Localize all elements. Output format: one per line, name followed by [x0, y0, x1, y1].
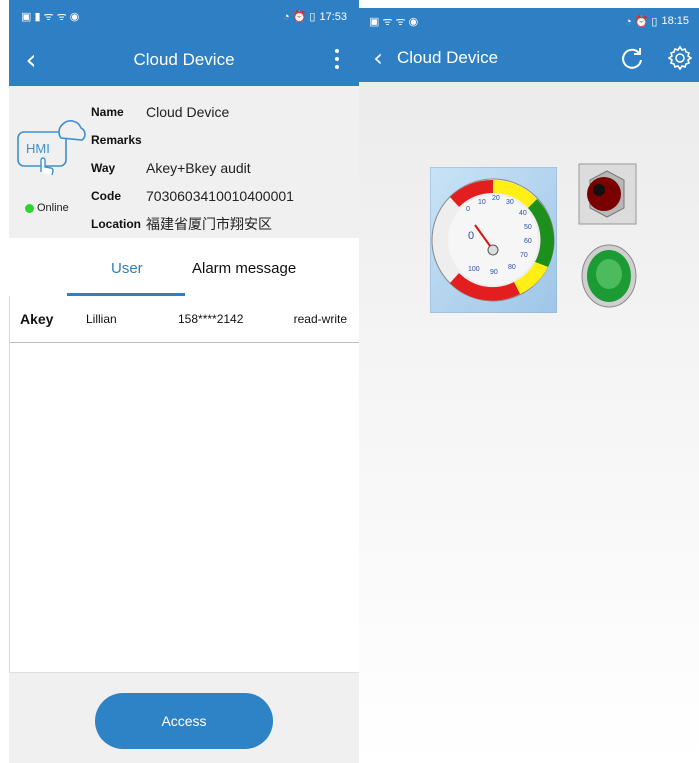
page-title: Cloud Device [397, 48, 499, 67]
tab-alarm-message[interactable]: Alarm message [192, 260, 296, 277]
tick-20: 20 [492, 195, 500, 202]
name-key: Name [91, 105, 124, 119]
remarks-key: Remarks [91, 133, 142, 147]
info-row-code: Code 7030603410010400001 [91, 186, 294, 206]
name-value: Cloud Device [146, 104, 230, 120]
info-row-remarks: Remarks [91, 130, 146, 150]
hmi-icon-text: HMI [26, 141, 50, 156]
online-label: Online [37, 202, 69, 214]
status-bar: ▣ ▮ ᯤ ᯤ ◉ ◔ ⏰ ▯ 17:53 [9, 0, 359, 33]
code-value: 7030603410010400001 [146, 188, 294, 204]
tick-10: 10 [478, 199, 486, 206]
status-icons: ▣ ▮ ᯤ ᯤ ◉ [21, 9, 79, 24]
back-arrow-icon[interactable]: ‹ [9, 43, 53, 76]
tick-80: 80 [508, 264, 516, 271]
info-row-way: Way Akey+Bkey audit [91, 158, 251, 178]
user-permission: read-write [293, 312, 347, 326]
info-row-name: Name Cloud Device [91, 102, 229, 122]
green-indicator-lamp [581, 244, 637, 308]
user-list: Akey Lillian 158****2142 read-write [9, 296, 359, 672]
page-title: Cloud Device [133, 49, 235, 69]
location-key: Location [91, 217, 141, 231]
code-key: Code [91, 189, 121, 203]
bottom-bar: Access [9, 672, 359, 763]
system-icons: ◔ ⏰ ▯ [624, 15, 658, 28]
gauge-readout: 0 [468, 230, 474, 242]
right-phone-screen: ▣ ᯤ ᯤ ◉ ◔ ⏰ ▯ 18:15 ‹ Cloud Device 0 10 … [359, 8, 699, 763]
status-bar: ▣ ᯤ ᯤ ◉ ◔ ⏰ ▯ 18:15 [359, 8, 699, 34]
status-icons: ▣ ᯤ ᯤ ◉ [369, 14, 418, 29]
user-type: Akey [20, 311, 54, 327]
system-icons: ◔ ⏰ ▯ [282, 11, 316, 23]
user-phone: 158****2142 [178, 312, 244, 326]
user-name: Lillian [86, 312, 117, 326]
pressure-gauge: 0 10 20 30 40 50 60 70 80 90 100 0 [430, 167, 557, 313]
device-info-card: HMI Online Name Cloud Device Remarks Way… [9, 86, 359, 238]
list-item[interactable]: Akey Lillian 158****2142 read-write [10, 296, 359, 343]
way-key: Way [91, 161, 116, 175]
access-button[interactable]: Access [95, 693, 273, 749]
tab-bar: User Alarm message [9, 238, 359, 296]
hmi-cloud-icon: HMI [17, 120, 86, 176]
tick-40: 40 [519, 210, 527, 217]
tick-100: 100 [468, 266, 480, 273]
tick-50: 50 [524, 224, 532, 231]
clock: 18:15 [661, 15, 689, 27]
refresh-icon[interactable] [619, 45, 645, 71]
gear-icon[interactable] [667, 45, 693, 71]
online-status: Online [25, 202, 69, 214]
tick-90: 90 [490, 269, 498, 276]
red-push-switch[interactable] [578, 163, 637, 225]
signal-icons: ▣ ᯤ ᯤ ◉ [369, 15, 419, 28]
app-bar: ‹ Cloud Device [359, 34, 699, 82]
tick-60: 60 [524, 238, 532, 245]
tab-user[interactable]: User [111, 260, 143, 277]
left-phone-screen: ▣ ▮ ᯤ ᯤ ◉ ◔ ⏰ ▯ 17:53 ‹ Cloud Device HMI… [9, 0, 359, 763]
status-right: ◔ ⏰ ▯ 17:53 [282, 10, 347, 24]
tick-0: 0 [466, 206, 470, 213]
online-dot-icon [25, 203, 34, 213]
way-value: Akey+Bkey audit [146, 160, 251, 176]
signal-icons: ▣ ▮ ᯤ ᯤ ◉ [21, 11, 80, 23]
back-arrow-icon[interactable]: ‹ [359, 44, 397, 72]
info-row-location: Location 福建省厦门市翔安区 [91, 214, 272, 234]
more-vertical-icon[interactable] [325, 45, 349, 73]
clock: 17:53 [319, 10, 347, 23]
tick-70: 70 [520, 252, 528, 259]
app-bar: ‹ Cloud Device [9, 33, 359, 86]
status-right: ◔ ⏰ ▯ 18:15 [625, 15, 689, 28]
tick-30: 30 [506, 199, 514, 206]
location-value: 福建省厦门市翔安区 [146, 216, 272, 232]
